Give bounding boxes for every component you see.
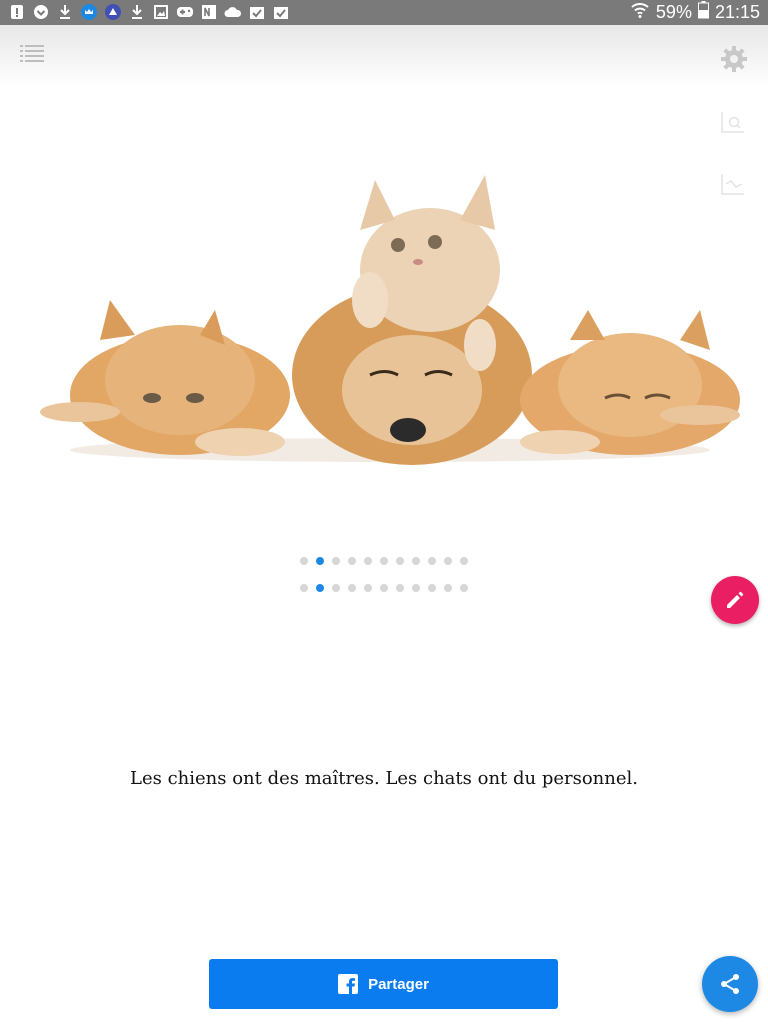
pager-dot[interactable] (332, 584, 340, 592)
top-toolbar (0, 25, 768, 87)
pager-dot[interactable] (300, 584, 308, 592)
pager-dot[interactable] (444, 584, 452, 592)
edit-button[interactable] (711, 576, 759, 624)
pencil-icon (727, 591, 744, 608)
status-right: 59% 21:15 (630, 0, 760, 25)
pager-dot[interactable] (348, 557, 356, 565)
alert-icon (8, 3, 26, 21)
crown-app-icon (80, 3, 98, 21)
pager-dot[interactable] (332, 557, 340, 565)
wifi-icon (630, 1, 650, 24)
download-icon (56, 3, 74, 21)
status-bar: 59% 21:15 (0, 0, 768, 25)
pager-dot-active[interactable] (316, 557, 324, 565)
notification-icons (8, 3, 290, 21)
pager-dot[interactable] (396, 557, 404, 565)
pager-dot[interactable] (364, 557, 372, 565)
pager-dot[interactable] (412, 557, 420, 565)
cloud-icon (224, 3, 242, 21)
pager-dot[interactable] (444, 557, 452, 565)
share-button-label: Partager (368, 975, 429, 993)
download-icon (128, 3, 146, 21)
pager-dots-row-1 (0, 557, 768, 565)
pager-dot[interactable] (428, 584, 436, 592)
pocket-icon (32, 3, 50, 21)
pager-dot[interactable] (460, 584, 468, 592)
pager-dot[interactable] (460, 557, 468, 565)
onenote-icon (200, 3, 218, 21)
share-fab-button[interactable] (702, 956, 758, 1012)
search-magnifier-icon[interactable] (720, 110, 746, 136)
pager-dot[interactable] (364, 584, 372, 592)
checkbox-bag-icon (248, 3, 266, 21)
pager-dot[interactable] (380, 557, 388, 565)
pager-dot[interactable] (412, 584, 420, 592)
sail-app-icon (104, 3, 122, 21)
pager-dot[interactable] (300, 557, 308, 565)
image-icon (152, 3, 170, 21)
pager-dot-active[interactable] (316, 584, 324, 592)
list-menu-icon[interactable] (18, 42, 46, 66)
facebook-share-button[interactable]: Partager (209, 959, 558, 1009)
share-icon (721, 974, 739, 994)
gamepad-icon (176, 3, 194, 21)
battery-icon (697, 1, 709, 24)
pager-dots-row-2 (0, 584, 768, 592)
gear-icon[interactable] (720, 45, 748, 73)
quote-text: Les chiens ont des maîtres. Les chats on… (130, 768, 638, 789)
battery-percent: 59% (655, 2, 692, 22)
clock: 21:15 (714, 2, 760, 22)
pager-dot[interactable] (396, 584, 404, 592)
kittens-and-puppy-photo (40, 150, 740, 480)
pager-dot[interactable] (348, 584, 356, 592)
pager-dot[interactable] (428, 557, 436, 565)
facebook-icon (338, 974, 359, 994)
pager-dot[interactable] (380, 584, 388, 592)
checkbox-bag-icon (272, 3, 290, 21)
